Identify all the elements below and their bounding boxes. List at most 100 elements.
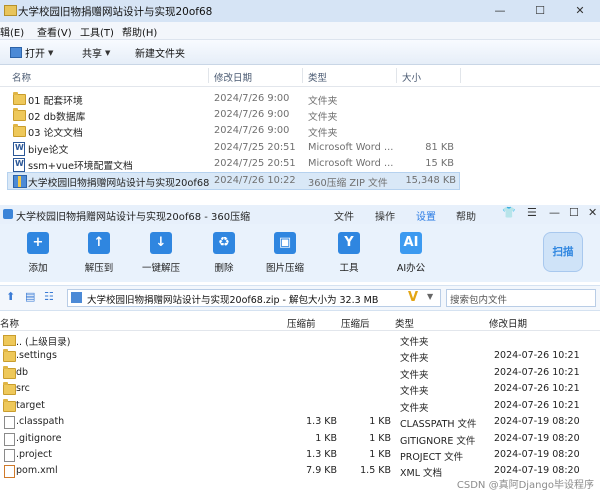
- explorer-column-header: 名称 修改日期 类型 大小: [0, 66, 600, 87]
- col-compressed[interactable]: 压缩后: [341, 316, 370, 330]
- col-size[interactable]: 大小: [402, 70, 421, 84]
- file-type: Microsoft Word ...: [308, 158, 394, 169]
- column-divider[interactable]: [302, 68, 303, 83]
- menu-view[interactable]: 查看(V): [37, 24, 72, 39]
- image-icon: ▣: [274, 232, 296, 254]
- search-input[interactable]: 搜索包内文件: [446, 289, 596, 307]
- file-name: biye论文: [28, 145, 69, 156]
- zip-title-bar: 大学校园旧物捐赠网站设计与实现20of68 - 360压缩 文件 操作 设置 帮…: [0, 205, 600, 224]
- extract-to-button[interactable]: ↑ 解压到: [69, 228, 129, 274]
- file-type: 文件夹: [308, 112, 338, 123]
- col-name[interactable]: 名称: [0, 316, 19, 330]
- zip-file-type: 文件夹: [400, 403, 429, 414]
- shirt-icon[interactable]: 👕: [502, 206, 516, 219]
- menu-help[interactable]: 帮助(H): [122, 24, 157, 39]
- zip-row[interactable]: target 文件夹 2024-07-26 10:21: [0, 398, 600, 414]
- zip-file-packed: 7.9 KB: [306, 465, 337, 476]
- tools-button[interactable]: Y 工具: [319, 228, 379, 274]
- folder-icon: [3, 399, 16, 412]
- zip-file-packed: 1.3 KB: [306, 449, 337, 460]
- menu-edit[interactable]: 辑(E): [0, 24, 24, 39]
- zip-file-compressed: 1.5 KB: [360, 465, 391, 476]
- explorer-menu-bar: 辑(E) 查看(V) 工具(T) 帮助(H): [0, 22, 600, 40]
- zip-row[interactable]: .. (上级目录) 文件夹: [0, 332, 600, 348]
- one-click-extract-button[interactable]: ↓ 一键解压: [131, 228, 191, 274]
- file-size: 15,348 KB: [405, 175, 456, 186]
- zip-file-modified: 2024-07-26 10:21: [494, 383, 580, 394]
- file-row[interactable]: 02 db数据库 2024/7/26 9:00 文件夹: [7, 107, 458, 123]
- zip-file-name: pom.xml: [16, 465, 58, 476]
- up-arrow-icon[interactable]: ⬆: [6, 290, 15, 303]
- col-type[interactable]: 类型: [308, 70, 327, 84]
- menu-file[interactable]: 文件: [334, 208, 354, 223]
- file-type: 文件夹: [308, 96, 338, 107]
- column-divider[interactable]: [396, 68, 397, 83]
- column-divider[interactable]: [460, 68, 461, 83]
- add-icon: +: [27, 232, 49, 254]
- minimize-icon[interactable]: —: [549, 206, 560, 219]
- add-button[interactable]: + 添加: [8, 228, 68, 274]
- maximize-icon[interactable]: ☐: [569, 206, 579, 219]
- list-view-icon[interactable]: ☷: [44, 290, 54, 303]
- menu-operate[interactable]: 操作: [375, 208, 395, 223]
- share-button[interactable]: 共享 ▼: [82, 45, 110, 61]
- file-row[interactable]: ssm+vue环境配置文档 2024/7/25 20:51 Microsoft …: [7, 156, 458, 172]
- zip-row[interactable]: .gitignore 1 KB 1 KB GITIGNORE 文件 2024-0…: [0, 431, 600, 447]
- close-button[interactable]: ✕: [560, 0, 600, 22]
- zip-row[interactable]: .classpath 1.3 KB 1 KB CLASSPATH 文件 2024…: [0, 414, 600, 430]
- minimize-button[interactable]: —: [480, 0, 520, 22]
- col-modified[interactable]: 修改日期: [489, 316, 527, 330]
- list-icon[interactable]: ☰: [527, 206, 537, 219]
- zip-file-name: .classpath: [16, 416, 65, 427]
- delete-label: 删除: [214, 263, 234, 274]
- scan-button[interactable]: 扫描: [543, 232, 583, 272]
- file-name: 01 配套环境: [28, 96, 83, 107]
- zip-file-icon: [71, 292, 82, 303]
- chevron-down-icon[interactable]: ▼: [427, 292, 433, 301]
- tools-icon: Y: [338, 232, 360, 254]
- watermark: CSDN @真阿Django毕设程序: [456, 480, 594, 491]
- word-document-icon: [13, 142, 25, 156]
- zip-row[interactable]: .settings 文件夹 2024-07-26 10:21: [0, 348, 600, 364]
- file-row[interactable]: 03 论文文档 2024/7/26 9:00 文件夹: [7, 123, 458, 139]
- menu-help[interactable]: 帮助: [456, 208, 476, 223]
- file-modified: 2024/7/26 9:00: [214, 109, 290, 120]
- col-type[interactable]: 类型: [395, 316, 414, 330]
- file-size: 81 KB: [425, 142, 454, 153]
- menu-settings[interactable]: 设置: [416, 208, 436, 223]
- one-click-extract-label: 一键解压: [141, 263, 180, 274]
- folder-icon: [13, 92, 26, 105]
- recycle-icon: ♻: [213, 232, 235, 254]
- file-row[interactable]: 01 配套环境 2024/7/26 9:00 文件夹: [7, 91, 458, 107]
- file-row-selected[interactable]: 大学校园旧物捐赠网站设计与实现20of68 2024/7/26 10:22 36…: [7, 172, 460, 190]
- file-row[interactable]: biye论文 2024/7/25 20:51 Microsoft Word ..…: [7, 140, 458, 156]
- zip-file-modified: 2024-07-26 10:21: [494, 350, 580, 361]
- file-name: 02 db数据库: [28, 112, 86, 123]
- zip-row[interactable]: db 文件夹 2024-07-26 10:21: [0, 365, 600, 381]
- close-icon[interactable]: ✕: [588, 206, 597, 219]
- zip-file-modified: 2024-07-26 10:21: [494, 400, 580, 411]
- col-name[interactable]: 名称: [12, 70, 31, 84]
- open-button[interactable]: 打开 ▼: [10, 45, 53, 60]
- explorer-title-bar: 大学校园旧物捐赠网站设计与实现20of68 — ☐ ✕: [0, 0, 600, 22]
- menu-tools[interactable]: 工具(T): [80, 24, 114, 39]
- col-packed[interactable]: 压缩前: [287, 316, 316, 330]
- file-modified: 2024/7/25 20:51: [214, 142, 296, 153]
- image-compress-button[interactable]: ▣ 图片压缩: [255, 228, 315, 274]
- folder-icon: [4, 5, 17, 16]
- zip-file-icon: [13, 175, 27, 188]
- ai-office-button[interactable]: AI AI办公: [381, 228, 441, 274]
- view-icon[interactable]: ▤: [25, 290, 35, 303]
- zip-row[interactable]: .project 1.3 KB 1 KB PROJECT 文件 2024-07-…: [0, 447, 600, 463]
- column-divider[interactable]: [208, 68, 209, 83]
- file-size: 15 KB: [425, 158, 454, 169]
- delete-button[interactable]: ♻ 删除: [194, 228, 254, 274]
- zip-row[interactable]: src 文件夹 2024-07-26 10:21: [0, 381, 600, 397]
- col-modified[interactable]: 修改日期: [214, 70, 252, 84]
- maximize-button[interactable]: ☐: [520, 0, 560, 22]
- new-folder-button[interactable]: 新建文件夹: [135, 45, 185, 60]
- verified-icon[interactable]: V: [408, 290, 418, 305]
- address-field[interactable]: 大学校园旧物捐赠网站设计与实现20of68.zip - 解包大小为 32.3 M…: [67, 289, 441, 307]
- ai-office-label: AI办公: [396, 263, 426, 274]
- app-logo-icon: [3, 209, 13, 219]
